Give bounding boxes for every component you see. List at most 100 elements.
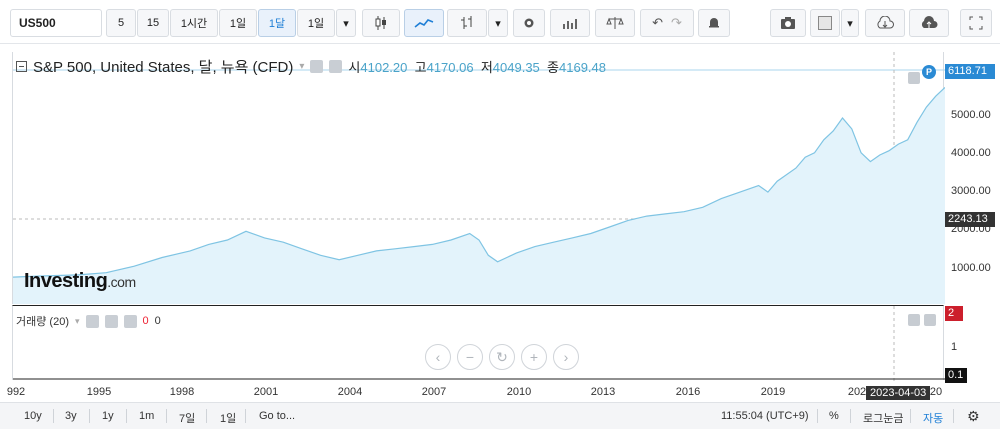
- interval-5[interactable]: 5: [106, 9, 136, 37]
- separator: [953, 409, 954, 423]
- x-tick: 2010: [506, 386, 532, 398]
- price-area-fill: [13, 87, 945, 305]
- bottom-bar: 10y 3y 1y 1m 7일 1일 Go to... 11:55:04 (UT…: [0, 402, 1000, 429]
- interval-1d[interactable]: 1일: [219, 9, 257, 37]
- log-scale-toggle[interactable]: 로그눈금: [863, 410, 903, 426]
- download-small-icon[interactable]: [908, 72, 920, 84]
- low-label: 저: [480, 60, 493, 75]
- interval-1month[interactable]: 1달: [258, 9, 296, 37]
- current-price-tag: 6118.71: [945, 64, 995, 79]
- chart-app: US500 5 15 1시간 1일 1달 1일 ▾ ▾ ↶ ↷ ▾ S&P 50…: [0, 0, 1000, 429]
- scroll-left-icon[interactable]: ‹: [425, 344, 451, 370]
- zoom-out-icon[interactable]: −: [457, 344, 483, 370]
- candlestick-icon[interactable]: [362, 9, 400, 37]
- high-label: 고: [414, 60, 427, 75]
- gear-icon[interactable]: [513, 9, 545, 37]
- price-chart-panel[interactable]: [12, 52, 946, 305]
- y-tick: 4000.00: [951, 147, 991, 159]
- x-tick: 20: [929, 386, 943, 398]
- undo-redo-group: ↶ ↷: [640, 9, 694, 37]
- x-tick: 992: [6, 386, 26, 398]
- interval-chevron-down-icon[interactable]: ▾: [336, 9, 356, 37]
- symbol-input[interactable]: US500: [10, 9, 102, 37]
- time-axis[interactable]: 992 1995 1998 2001 2004 2007 2010 2013 2…: [7, 382, 944, 400]
- interval-15[interactable]: 15: [137, 9, 169, 37]
- settings-gear-icon[interactable]: ⚙: [967, 408, 980, 425]
- redo-icon[interactable]: ↷: [671, 15, 682, 31]
- low-value: 4049.35: [492, 60, 540, 75]
- separator: [850, 409, 851, 423]
- bar-chart-icon[interactable]: [447, 9, 487, 37]
- y-tick: 5000.00: [951, 109, 991, 121]
- y-tick: 3000.00: [951, 185, 991, 197]
- camera-icon[interactable]: [770, 9, 806, 37]
- separator: [126, 409, 127, 423]
- y-tick: 1000.00: [951, 262, 991, 274]
- volume-value-red: 0: [142, 315, 149, 327]
- x-tick: 2016: [675, 386, 701, 398]
- range-1m[interactable]: 1m: [139, 410, 154, 422]
- color-box-icon[interactable]: [810, 9, 840, 37]
- open-value: 4102.20: [360, 60, 408, 75]
- auto-scale-toggle[interactable]: 자동: [923, 410, 943, 426]
- percent-toggle[interactable]: %: [829, 410, 839, 422]
- volume-axis-bottom: 0.1: [945, 368, 967, 383]
- range-3y[interactable]: 3y: [65, 410, 77, 422]
- interval-1h[interactable]: 1시간: [170, 9, 218, 37]
- separator: [245, 409, 246, 423]
- interval-1d-dropdown[interactable]: 1일: [297, 9, 335, 37]
- x-tick: 1998: [169, 386, 195, 398]
- toolbar: US500 5 15 1시간 1일 1달 1일 ▾ ▾ ↶ ↷ ▾: [0, 0, 1000, 44]
- alert-bell-icon[interactable]: [698, 9, 730, 37]
- crosshair-date-tag: 2023-04-03: [866, 386, 931, 400]
- crosshair-price-tag: 2243.13: [945, 212, 995, 227]
- separator: [817, 409, 818, 423]
- scroll-right-icon[interactable]: ›: [553, 344, 579, 370]
- move-up-icon[interactable]: [908, 314, 920, 326]
- collapse-legend-icon[interactable]: [16, 61, 27, 72]
- price-axis[interactable]: 5000.00 4000.00 3000.00 2000.00 1000.00: [945, 52, 1000, 304]
- indicators-icon[interactable]: [550, 9, 590, 37]
- move-down-icon[interactable]: [924, 314, 936, 326]
- zoom-in-icon[interactable]: +: [521, 344, 547, 370]
- close-value: 4169.48: [559, 60, 606, 75]
- separator: [206, 409, 207, 423]
- cloud-download-icon[interactable]: [865, 9, 905, 37]
- separator: [166, 409, 167, 423]
- logo-main: Investing: [24, 270, 108, 292]
- volume-axis-top: 2: [945, 306, 963, 321]
- volume-close-icon[interactable]: [123, 314, 137, 328]
- clock-time[interactable]: 11:55:04 (UTC+9): [721, 410, 809, 422]
- x-tick: 2019: [760, 386, 786, 398]
- legend-chevron-down-icon[interactable]: ▾: [299, 61, 304, 72]
- separator: [89, 409, 90, 423]
- volume-settings-icon[interactable]: [85, 314, 99, 328]
- range-10y[interactable]: 10y: [24, 410, 42, 422]
- x-tick: 2007: [421, 386, 447, 398]
- investing-logo: Investing.com: [24, 270, 136, 293]
- p-badge-icon[interactable]: P: [922, 65, 936, 79]
- cloud-upload-icon[interactable]: [909, 9, 949, 37]
- color-chevron-down-icon[interactable]: ▾: [841, 9, 859, 37]
- volume-chevron-down-icon[interactable]: ▾: [75, 316, 80, 327]
- chart-type-chevron-down-icon[interactable]: ▾: [488, 9, 508, 37]
- compare-scale-icon[interactable]: [595, 9, 635, 37]
- area-chart-icon[interactable]: [404, 9, 444, 37]
- volume-legend: 거래량 (20) ▾ 0 0: [16, 313, 161, 329]
- volume-visibility-icon[interactable]: [104, 314, 118, 328]
- high-value: 4170.06: [426, 60, 474, 75]
- legend-visibility-icon[interactable]: [329, 60, 343, 73]
- goto-link[interactable]: Go to...: [259, 410, 295, 422]
- logo-suffix: .com: [107, 274, 136, 290]
- range-7d[interactable]: 7일: [179, 410, 195, 426]
- range-1d[interactable]: 1일: [220, 410, 236, 426]
- undo-icon[interactable]: ↶: [652, 15, 663, 31]
- range-1y[interactable]: 1y: [102, 410, 114, 422]
- x-tick: 202: [847, 386, 867, 398]
- legend-settings-icon[interactable]: [310, 60, 324, 73]
- close-label: 종: [547, 60, 559, 75]
- fullscreen-icon[interactable]: [960, 9, 992, 37]
- price-chart-svg: [12, 52, 946, 305]
- chart-legend: S&P 500, United States, 달, 뉴욕 (CFD) ▾ 시4…: [16, 56, 606, 77]
- reset-icon[interactable]: ↻: [489, 344, 515, 370]
